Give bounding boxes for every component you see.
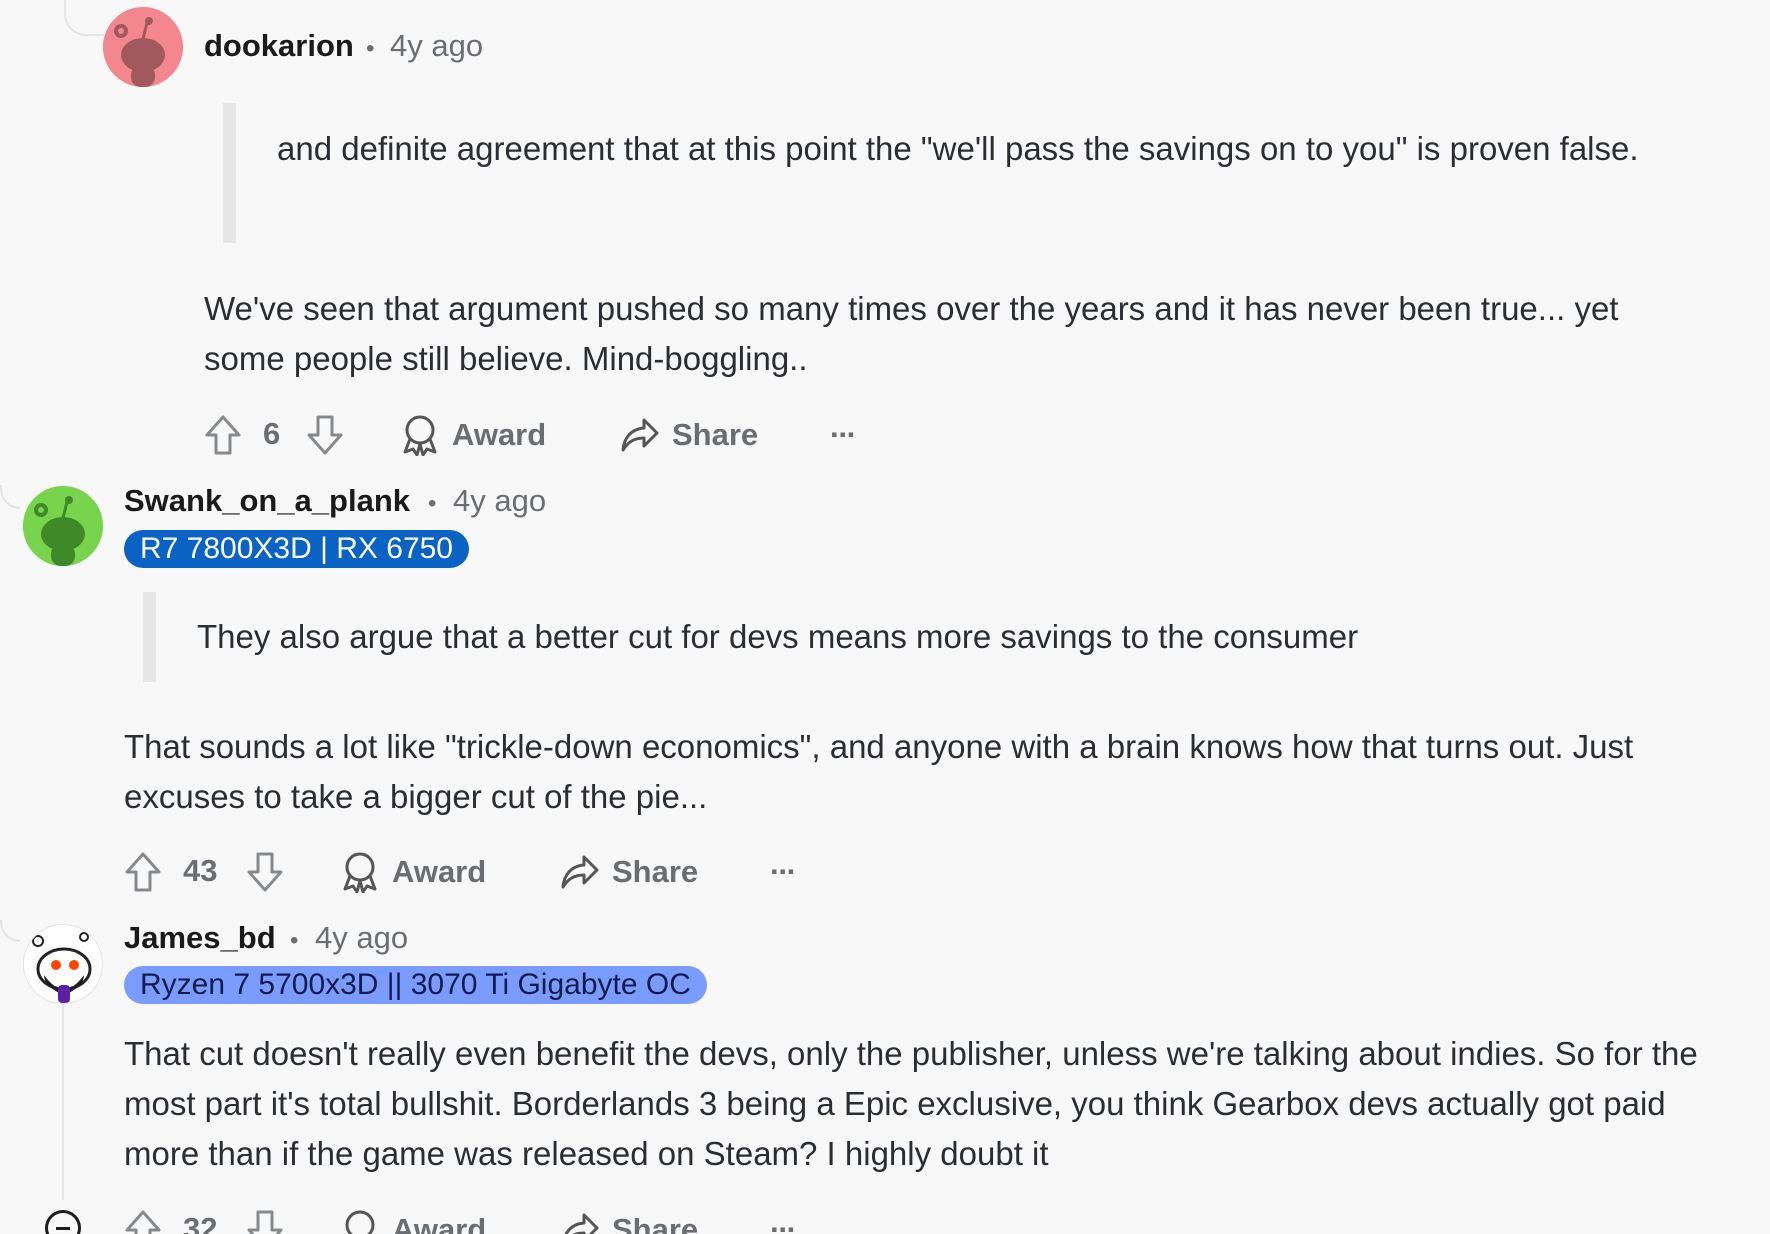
comment-body: That sounds a lot like "trickle-down eco… xyxy=(124,728,1634,815)
vote-score: 43 xyxy=(183,853,218,888)
downvote-arrow-icon xyxy=(307,415,343,455)
share-button[interactable]: Share xyxy=(620,410,758,460)
comment-author[interactable]: Swank_on_a_plank xyxy=(124,483,410,519)
quote-bar xyxy=(143,592,156,682)
share-label: Share xyxy=(612,1212,699,1234)
avatar[interactable] xyxy=(23,486,103,566)
comment-timestamp[interactable]: 4y ago xyxy=(390,28,483,64)
meta-separator: • xyxy=(290,927,299,954)
more-options-button[interactable]: ··· xyxy=(830,410,857,460)
share-button[interactable]: Share xyxy=(560,1205,698,1234)
share-icon xyxy=(561,855,599,889)
comment-author[interactable]: dookarion xyxy=(204,28,354,64)
quoted-text: and definite agreement that at this poin… xyxy=(277,130,1639,167)
downvote-button[interactable] xyxy=(306,410,344,460)
more-options-button[interactable]: ··· xyxy=(770,1205,797,1234)
vote-score: 32 xyxy=(183,1211,218,1234)
award-button[interactable]: Award xyxy=(400,410,546,460)
meta-separator: • xyxy=(366,35,375,62)
more-options-icon: ··· xyxy=(830,417,857,452)
award-label: Award xyxy=(392,1212,487,1234)
upvote-button[interactable] xyxy=(124,847,162,897)
snoo-avatar-icon xyxy=(23,486,103,566)
snoo-avatar-icon xyxy=(24,925,102,1003)
meta-separator: • xyxy=(428,490,437,517)
comment-body: We've seen that argument pushed so many … xyxy=(204,290,1619,377)
avatar[interactable] xyxy=(23,924,103,1004)
award-button[interactable]: Award xyxy=(340,847,486,897)
comment-actions: 32 Award Share ··· xyxy=(124,1205,824,1234)
award-icon xyxy=(403,415,437,456)
comment-actions: 43 Award Share ··· xyxy=(124,847,824,897)
comment-author[interactable]: James_bd xyxy=(124,920,276,956)
comment-timestamp[interactable]: 4y ago xyxy=(315,920,408,956)
award-button[interactable]: Award xyxy=(340,1205,486,1234)
collapse-thread-button[interactable] xyxy=(45,1210,81,1234)
share-label: Share xyxy=(672,417,759,452)
quote-bar xyxy=(223,103,236,243)
upvote-arrow-icon xyxy=(125,852,161,892)
quoted-text: They also argue that a better cut for de… xyxy=(197,618,1359,655)
comment-body: That cut doesn't really even benefit the… xyxy=(124,1035,1698,1172)
upvote-button[interactable] xyxy=(204,410,242,460)
share-label: Share xyxy=(612,854,699,889)
vote-score: 6 xyxy=(263,416,281,451)
more-options-icon: ··· xyxy=(770,854,797,889)
upvote-arrow-icon xyxy=(125,1210,161,1234)
more-options-button[interactable]: ··· xyxy=(770,847,797,897)
comment-actions: 6 Award Share ··· xyxy=(204,410,904,460)
user-flair: Ryzen 7 5700x3D || 3070 Ti Gigabyte OC xyxy=(124,966,707,1004)
more-options-icon: ··· xyxy=(770,1212,797,1234)
downvote-arrow-icon xyxy=(247,1210,283,1234)
downvote-arrow-icon xyxy=(247,852,283,892)
user-flair: R7 7800X3D | RX 6750 xyxy=(124,530,469,568)
share-icon xyxy=(621,418,659,452)
comment-thread: dookarion • 4y ago and definite agreemen… xyxy=(0,0,1770,1234)
share-button[interactable]: Share xyxy=(560,847,698,897)
award-icon xyxy=(343,852,377,893)
thread-connector xyxy=(64,0,104,36)
downvote-button[interactable] xyxy=(246,1205,284,1234)
snoo-avatar-icon xyxy=(103,7,183,87)
avatar[interactable] xyxy=(103,7,183,87)
upvote-arrow-icon xyxy=(205,415,241,455)
downvote-button[interactable] xyxy=(246,847,284,897)
share-icon xyxy=(564,1213,599,1234)
thread-line[interactable] xyxy=(62,990,64,1200)
award-label: Award xyxy=(392,854,487,889)
award-label: Award xyxy=(452,417,547,452)
thread-connector xyxy=(0,485,20,509)
thread-connector xyxy=(0,920,20,942)
upvote-button[interactable] xyxy=(124,1205,162,1234)
comment-timestamp[interactable]: 4y ago xyxy=(453,483,546,519)
award-icon xyxy=(345,1210,375,1234)
